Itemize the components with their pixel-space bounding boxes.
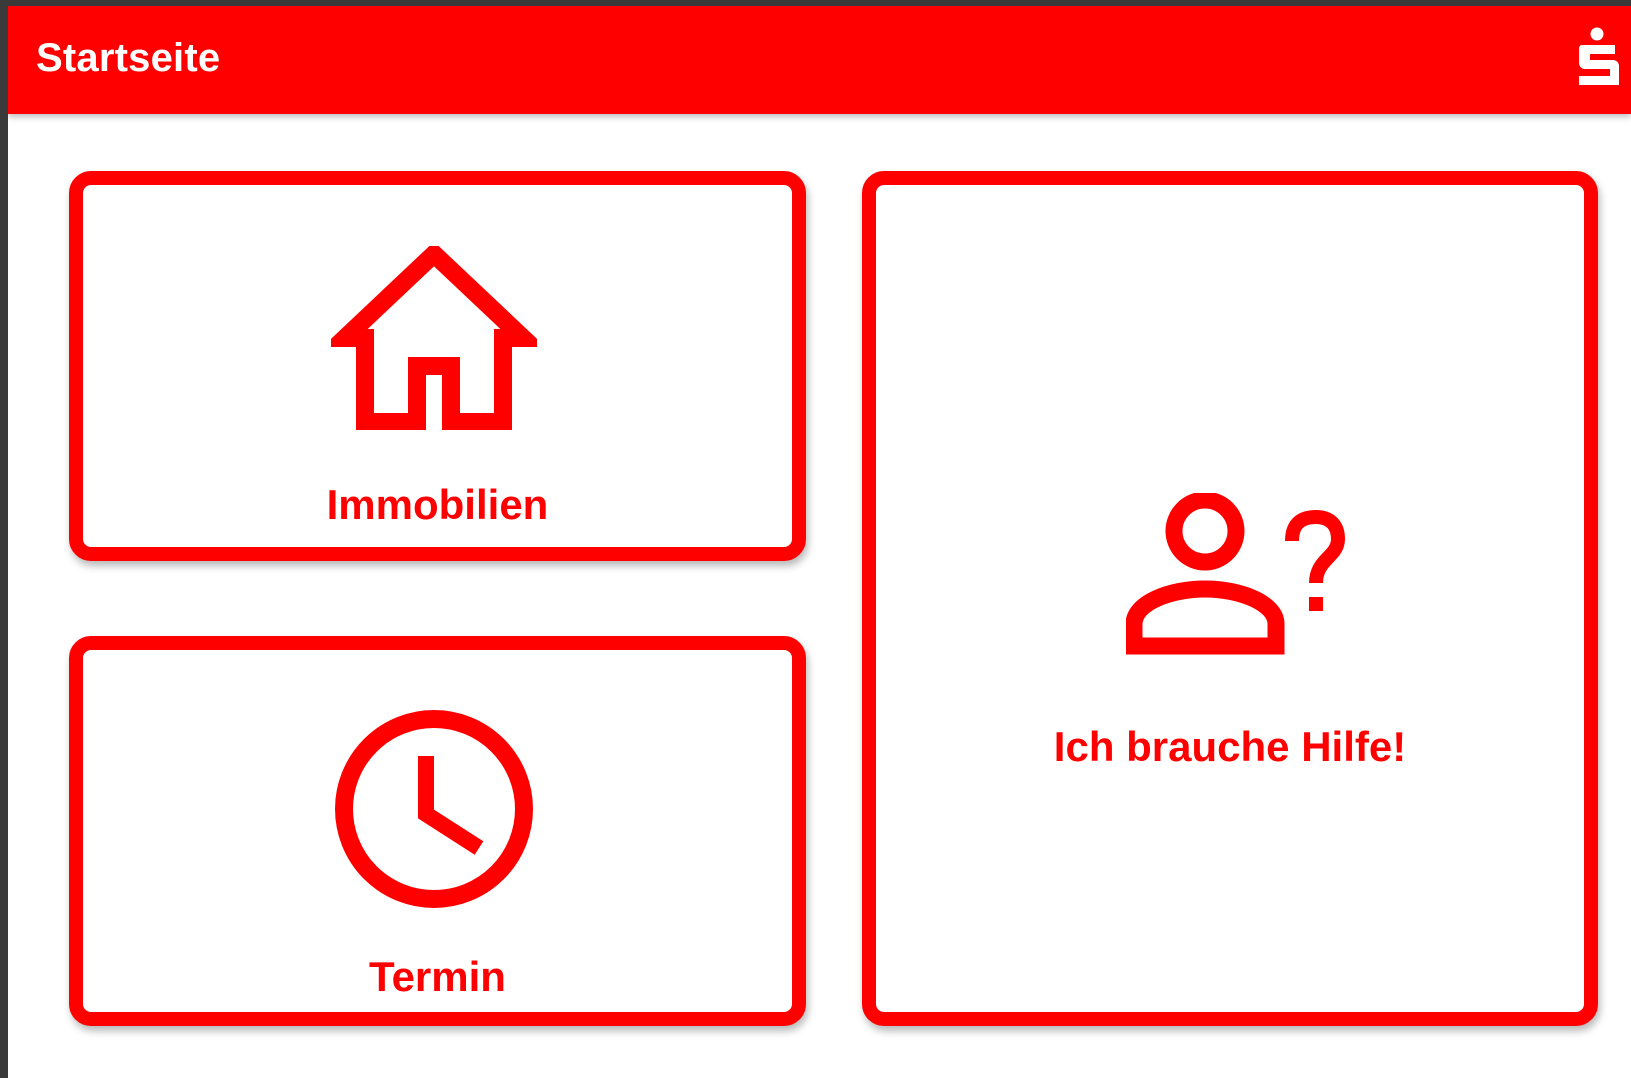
- immobilien-label: Immobilien: [326, 481, 549, 528]
- termin-tile[interactable]: Termin: [69, 636, 806, 1026]
- app-window: Startseite Immobilien Termin Ich brauche…: [8, 6, 1631, 1078]
- termin-label: Termin: [369, 953, 506, 1000]
- page-title: Startseite: [36, 36, 221, 80]
- clock-icon: [335, 710, 533, 908]
- sparkasse-logo-icon: [1578, 27, 1619, 85]
- person-question-icon: [1126, 493, 1346, 655]
- house-icon: [331, 246, 537, 430]
- hilfe-label: Ich brauche Hilfe!: [1053, 723, 1407, 770]
- immobilien-tile[interactable]: Immobilien: [69, 171, 806, 561]
- hilfe-tile[interactable]: Ich brauche Hilfe!: [862, 171, 1598, 1026]
- app-bar: Startseite: [8, 6, 1631, 114]
